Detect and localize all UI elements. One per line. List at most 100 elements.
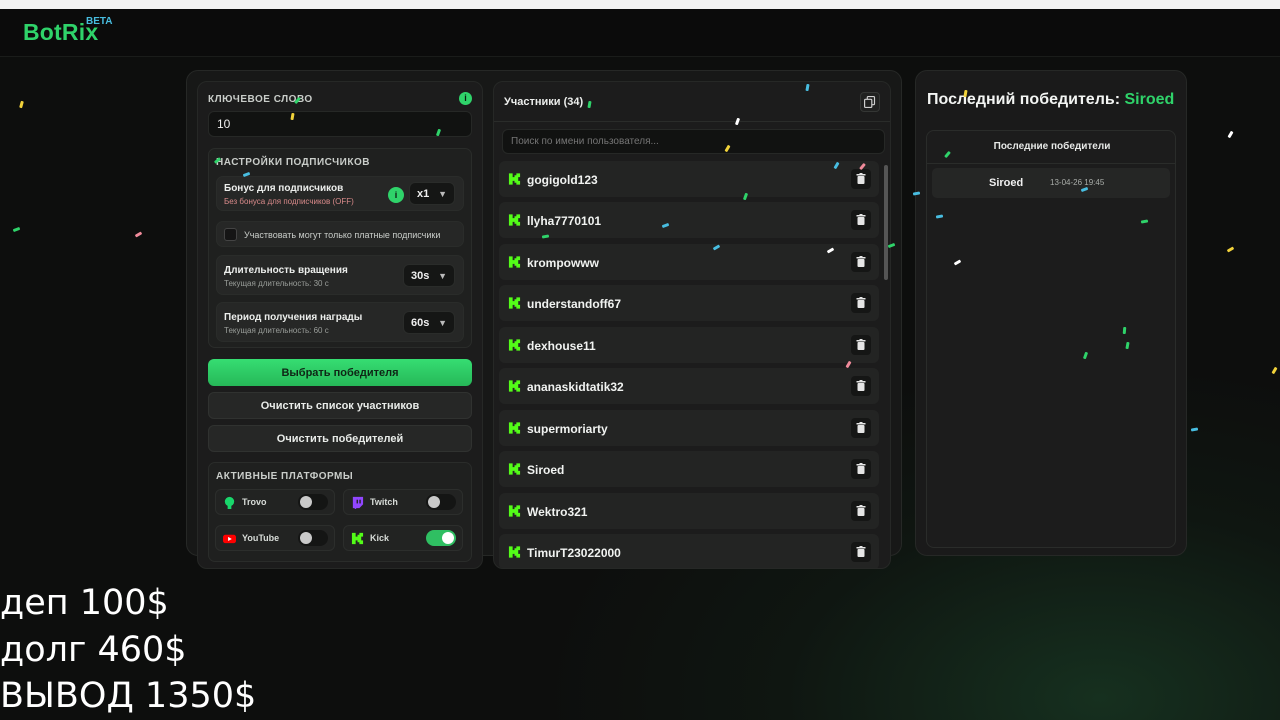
delete-participant-button[interactable] xyxy=(851,501,871,521)
kick-icon xyxy=(351,532,364,545)
overlay-line-deposit: деп 100$ xyxy=(0,583,169,623)
delete-participant-button[interactable] xyxy=(851,252,871,272)
keyword-input[interactable]: 10 xyxy=(208,111,472,137)
platform-label: Trovo xyxy=(242,497,267,507)
platform-label: Twitch xyxy=(370,497,398,507)
recent-winner-row: Siroed 13-04-26 19:45 xyxy=(932,168,1170,198)
kick-icon xyxy=(508,505,521,517)
platforms-title: АКТИВНЫЕ ПЛАТФОРМЫ xyxy=(216,471,354,482)
clear-winners-button[interactable]: Очистить победителей xyxy=(208,425,472,452)
subscriber-bonus-row: Бонус для подписчиков Без бонуса для под… xyxy=(216,176,464,211)
bonus-multiplier-value: x1 xyxy=(417,187,430,200)
delete-participant-button[interactable] xyxy=(851,418,871,438)
paid-only-checkbox[interactable] xyxy=(224,228,237,241)
platform-label: Kick xyxy=(370,533,390,543)
kick-icon xyxy=(508,256,521,268)
reward-period-title: Период получения награды xyxy=(224,312,363,323)
participant-name: understandoff67 xyxy=(527,297,622,311)
participant-name: supermoriarty xyxy=(527,422,608,436)
paid-only-label: Участвовать могут только платные подписч… xyxy=(244,230,441,240)
chevron-down-icon: ▼ xyxy=(438,188,447,199)
delete-participant-button[interactable] xyxy=(851,210,871,230)
pick-winner-button[interactable]: Выбрать победителя xyxy=(208,359,472,386)
kick-icon xyxy=(508,214,521,226)
participant-row: llyha7770101 xyxy=(499,202,879,238)
twitch-toggle[interactable] xyxy=(426,494,456,510)
settings-panel: КЛЮЧЕВОЕ СЛОВО i 10 НАСТРОЙКИ ПОДПИСЧИКО… xyxy=(197,81,483,569)
delete-participant-button[interactable] xyxy=(851,459,871,479)
participant-search-input[interactable] xyxy=(502,129,885,154)
delete-participant-button[interactable] xyxy=(851,293,871,313)
spin-duration-select[interactable]: 30s ▼ xyxy=(403,264,455,287)
subscriber-bonus-subtitle: Без бонуса для подписчиков (OFF) xyxy=(224,197,354,206)
beta-badge: BETA xyxy=(86,16,113,27)
youtube-icon xyxy=(223,534,236,544)
trovo-icon xyxy=(224,496,235,509)
participant-list-scrollbar[interactable] xyxy=(884,165,888,280)
delete-participant-button[interactable] xyxy=(851,335,871,355)
subscriber-bonus-title: Бонус для подписчиков xyxy=(224,183,344,194)
participant-row: ananaskidtatik32 xyxy=(499,368,879,404)
participant-row: Wektro321 xyxy=(499,493,879,529)
participants-panel: Участники (34) gogigold123 llyha7770101 … xyxy=(493,81,891,569)
platforms-box: АКТИВНЫЕ ПЛАТФОРМЫ Trovo Twitch YouTube xyxy=(208,462,472,562)
platform-trovo: Trovo xyxy=(215,489,335,515)
recent-winners-title: Последние победители xyxy=(993,141,1111,152)
platform-kick: Kick xyxy=(343,525,463,551)
kick-icon xyxy=(508,546,521,558)
participant-name: ananaskidtatik32 xyxy=(527,380,624,394)
participant-row: supermoriarty xyxy=(499,410,879,446)
bonus-multiplier-select[interactable]: x1 ▼ xyxy=(409,182,455,205)
spin-duration-title: Длительность вращения xyxy=(224,265,348,276)
kick-icon xyxy=(508,463,521,475)
paid-only-row[interactable]: Участвовать могут только платные подписч… xyxy=(216,221,464,247)
info-icon[interactable]: i xyxy=(459,92,472,105)
delete-participant-button[interactable] xyxy=(851,169,871,189)
reward-period-row: Период получения награды Текущая длитель… xyxy=(216,302,464,342)
participant-name: dexhouse11 xyxy=(527,339,596,353)
reward-period-subtitle: Текущая длительность: 60 с xyxy=(224,326,329,335)
participants-title: Участники (34) xyxy=(504,96,584,108)
delete-participant-button[interactable] xyxy=(851,542,871,562)
kick-toggle[interactable] xyxy=(426,530,456,546)
participant-row: gogigold123 xyxy=(499,161,879,197)
top-navbar: BotRix BETA xyxy=(0,9,1280,57)
twitch-icon xyxy=(352,496,364,509)
kick-icon xyxy=(508,173,521,185)
platform-label: YouTube xyxy=(242,533,280,543)
bonus-info-icon[interactable]: i xyxy=(388,187,404,203)
participant-row: understandoff67 xyxy=(499,285,879,321)
copy-icon[interactable] xyxy=(860,92,880,112)
overlay-line-withdrawal: ВЫВОД 1350$ xyxy=(0,676,257,716)
youtube-toggle[interactable] xyxy=(298,530,328,546)
platform-twitch: Twitch xyxy=(343,489,463,515)
subscriber-settings-title: НАСТРОЙКИ ПОДПИСЧИКОВ xyxy=(216,157,370,168)
chevron-down-icon: ▼ xyxy=(438,317,447,328)
participant-name: krompowww xyxy=(527,256,600,270)
participant-name: llyha7770101 xyxy=(527,214,602,228)
kick-icon xyxy=(508,297,521,309)
delete-participant-button[interactable] xyxy=(851,376,871,396)
spin-duration-row: Длительность вращения Текущая длительнос… xyxy=(216,255,464,295)
divider xyxy=(927,163,1175,164)
kick-icon xyxy=(508,380,521,392)
winners-panel: Последний победитель: Siroed Последние п… xyxy=(915,70,1187,556)
last-winner-label: Последний победитель: xyxy=(927,91,1121,108)
spin-duration-subtitle: Текущая длительность: 30 с xyxy=(224,279,329,288)
platform-youtube: YouTube xyxy=(215,525,335,551)
participant-row: Siroed xyxy=(499,451,879,487)
clear-participants-button[interactable]: Очистить список участников xyxy=(208,392,472,419)
recent-winner-name: Siroed xyxy=(989,177,1024,189)
kick-icon xyxy=(508,339,521,351)
participant-name: TimurT23022000 xyxy=(527,546,621,560)
chevron-down-icon: ▼ xyxy=(438,270,447,281)
participant-row: krompowww xyxy=(499,244,879,280)
recent-winners-box: Последние победители Siroed 13-04-26 19:… xyxy=(926,130,1176,548)
reward-period-select[interactable]: 60s ▼ xyxy=(403,311,455,334)
participant-list: gogigold123 llyha7770101 krompowww under… xyxy=(499,159,879,568)
trovo-toggle[interactable] xyxy=(298,494,328,510)
subscriber-settings-box: НАСТРОЙКИ ПОДПИСЧИКОВ Бонус для подписчи… xyxy=(208,148,472,348)
browser-top-strip xyxy=(0,0,1280,9)
divider xyxy=(494,121,890,122)
overlay-line-debt: долг 460$ xyxy=(0,630,187,670)
